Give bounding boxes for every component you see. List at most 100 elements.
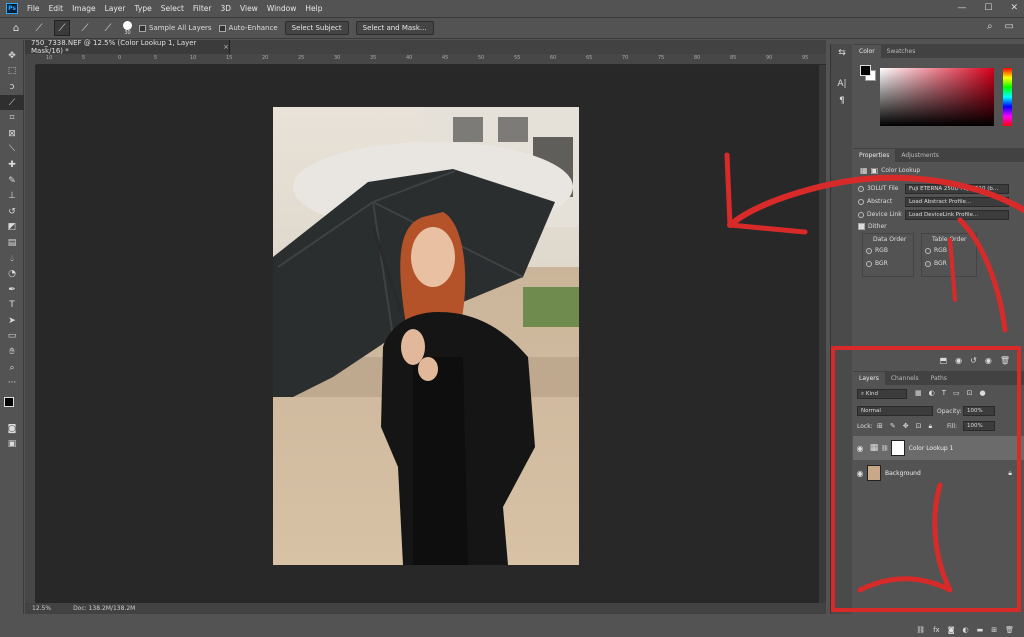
frame-tool-icon[interactable]: ⊠ — [0, 126, 24, 142]
adjustment-filter-icon[interactable]: ◐ — [929, 389, 935, 397]
home-icon[interactable]: ⌂ — [8, 20, 24, 36]
layer-name[interactable]: Background — [885, 470, 921, 477]
character-icon[interactable]: A| — [831, 75, 853, 92]
dither-checkbox[interactable]: Dither — [858, 223, 887, 230]
paragraph-icon[interactable]: ¶ — [831, 92, 853, 109]
lasso-tool-icon[interactable]: ↄ — [0, 79, 24, 95]
menu-help[interactable]: Help — [305, 4, 322, 13]
reset-icon[interactable]: ↺ — [970, 356, 977, 365]
layer-mask-thumbnail[interactable] — [890, 440, 905, 456]
eraser-tool-icon[interactable]: ◩ — [0, 220, 24, 236]
minimize-button[interactable]: — — [957, 3, 966, 13]
clip-to-layer-icon[interactable]: ⬒ — [940, 356, 948, 365]
gradient-tool-icon[interactable]: ▤ — [0, 235, 24, 251]
new-adjustment-icon[interactable]: ◐ — [963, 626, 969, 634]
table-order-rgb[interactable]: RGB — [925, 247, 947, 254]
tab-channels[interactable]: Channels — [885, 372, 925, 385]
eyedropper-tool-icon[interactable]: ⟍ — [0, 142, 24, 158]
layer-name[interactable]: Color Lookup 1 — [909, 445, 954, 452]
pen-tool-icon[interactable]: ✒︎ — [0, 282, 24, 298]
vertical-scrollbar[interactable] — [819, 65, 826, 603]
menu-window[interactable]: Window — [267, 4, 297, 13]
screen-mode-icon[interactable]: ▣ — [0, 437, 24, 453]
path-selection-tool-icon[interactable]: ➤ — [0, 313, 24, 329]
menu-filter[interactable]: Filter — [193, 4, 212, 13]
select-and-mask-button[interactable]: Select and Mask... — [355, 21, 434, 35]
option-abstract[interactable]: Abstract — [858, 198, 892, 205]
eye-icon[interactable]: ◉ — [853, 444, 867, 453]
add-mask-icon[interactable]: ◙ — [948, 626, 955, 634]
tab-properties[interactable]: Properties — [853, 149, 896, 162]
menu-3d[interactable]: 3D — [220, 4, 231, 13]
more-tools-icon[interactable]: ··· — [0, 375, 24, 391]
menu-view[interactable]: View — [240, 4, 258, 13]
menu-file[interactable]: File — [27, 4, 40, 13]
option-device-link[interactable]: Device Link — [858, 211, 902, 218]
tab-paths[interactable]: Paths — [925, 372, 953, 385]
data-order-rgb[interactable]: RGB — [866, 247, 888, 254]
layer-thumbnail[interactable] — [867, 465, 881, 481]
close-button[interactable]: ✕ — [1010, 3, 1018, 13]
visibility-icon[interactable]: ◉ — [985, 356, 992, 365]
menu-edit[interactable]: Edit — [49, 4, 64, 13]
rectangle-tool-icon[interactable]: ▭ — [0, 329, 24, 345]
lock-transparent-icon[interactable]: ⊞ — [877, 422, 883, 431]
foreground-background-colors[interactable] — [0, 391, 23, 421]
quick-selection-tool-preset-icon[interactable]: ⟋ — [31, 20, 47, 36]
quick-mask-icon[interactable]: ◙ — [0, 421, 24, 437]
close-document-icon[interactable]: × — [223, 43, 229, 51]
new-layer-icon[interactable]: ⊞ — [991, 626, 997, 634]
tab-color[interactable]: Color — [853, 45, 881, 58]
brush-size-picker[interactable]: 30 — [123, 20, 132, 36]
subtract-from-selection-icon[interactable]: ⟋ — [100, 20, 116, 36]
history-icon[interactable]: ⇆ — [831, 44, 853, 61]
filter-toggle-icon[interactable]: ● — [980, 389, 986, 397]
add-to-selection-icon[interactable]: ⟋ — [77, 20, 93, 36]
kind-filter-dropdown[interactable]: ⌕ Kind — [857, 389, 907, 399]
history-brush-tool-icon[interactable]: ↺ — [0, 204, 24, 220]
sample-all-layers-checkbox[interactable]: Sample All Layers — [139, 24, 212, 32]
table-order-bgr[interactable]: BGR — [925, 260, 947, 267]
auto-enhance-checkbox[interactable]: Auto-Enhance — [218, 24, 278, 32]
search-icon[interactable]: ⌕ — [987, 21, 993, 32]
lock-all-icon[interactable]: 🔒︎ — [929, 422, 933, 431]
option-3dlut-file[interactable]: 3DLUT File — [858, 185, 899, 192]
photoshop-logo[interactable]: Ps — [6, 2, 18, 14]
device-link-dropdown[interactable]: Load DeviceLink Profile... — [905, 210, 1009, 220]
shape-filter-icon[interactable]: ▭ — [953, 389, 960, 397]
data-order-bgr[interactable]: BGR — [866, 260, 888, 267]
zoom-level[interactable]: 12.5% — [32, 605, 51, 612]
blur-tool-icon[interactable]: 💧︎ — [0, 251, 24, 267]
brush-tool-icon[interactable]: ✎ — [0, 173, 24, 189]
fx-icon[interactable]: fx — [933, 626, 940, 634]
clone-stamp-tool-icon[interactable]: ⊥ — [0, 188, 24, 204]
new-group-icon[interactable]: ▬ — [977, 626, 984, 634]
workspace-icon[interactable]: ▭ — [1005, 21, 1014, 32]
eye-icon[interactable]: ◉ — [853, 469, 867, 478]
link-icon[interactable]: ⛓︎ — [881, 445, 889, 452]
layer-row-color-lookup[interactable]: ◉ ▦ ⛓︎ Color Lookup 1 — [853, 436, 1024, 460]
opacity-input[interactable]: 100% — [963, 406, 995, 416]
lock-image-icon[interactable]: ✎ — [890, 422, 896, 431]
color-picker-field[interactable] — [880, 68, 994, 126]
lock-artboard-icon[interactable]: ⊡ — [916, 422, 922, 431]
fill-input[interactable]: 100% — [963, 421, 995, 431]
layer-row-background[interactable]: ◉ Background 🔒︎ — [853, 461, 1024, 485]
smart-object-filter-icon[interactable]: ⊡ — [967, 389, 973, 397]
abstract-dropdown[interactable]: Load Abstract Profile... — [905, 197, 1009, 207]
document-tab[interactable]: 750_7338.NEF @ 12.5% (Color Lookup 1, La… — [25, 39, 230, 55]
view-previous-state-icon[interactable]: ◉ — [955, 356, 962, 365]
3dlut-dropdown[interactable]: Fuji ETERNA 250D Fuji 3510 (b... — [905, 184, 1009, 194]
select-subject-button[interactable]: Select Subject — [284, 21, 349, 35]
zoom-tool-icon[interactable]: ⌕ — [0, 360, 24, 376]
new-selection-icon[interactable]: ⟋ — [54, 20, 70, 36]
blend-mode-dropdown[interactable]: Normal — [857, 406, 933, 416]
lock-position-icon[interactable]: ✥ — [903, 422, 909, 431]
tab-adjustments[interactable]: Adjustments — [895, 149, 945, 162]
hue-slider[interactable] — [1003, 68, 1012, 126]
tab-layers[interactable]: Layers — [853, 372, 885, 385]
document-size[interactable]: Doc: 138.2M/138.2M — [73, 605, 135, 612]
trash-icon[interactable]: 🗑︎ — [1005, 626, 1014, 634]
pixel-filter-icon[interactable]: ▦ — [915, 389, 922, 397]
marquee-tool-icon[interactable]: ⬚ — [0, 64, 24, 80]
